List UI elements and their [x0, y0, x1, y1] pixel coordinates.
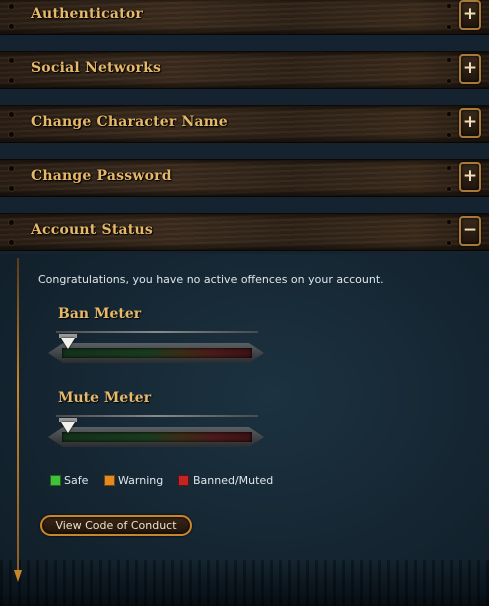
section-social-networks[interactable]: Social Networks +	[0, 51, 489, 89]
panel-divider-line	[17, 258, 19, 576]
expand-icon[interactable]: +	[459, 0, 481, 30]
mute-meter-title: Mute Meter	[58, 390, 152, 406]
ban-meter-title: Ban Meter	[58, 306, 142, 322]
view-code-of-conduct-button[interactable]: View Code of Conduct	[40, 515, 192, 536]
account-status-message: Congratulations, you have no active offe…	[38, 273, 384, 286]
section-title: Account Status	[31, 222, 153, 238]
mute-meter-marker	[61, 422, 75, 433]
expand-icon[interactable]: +	[459, 54, 481, 84]
section-account-status[interactable]: Account Status −	[0, 213, 489, 251]
legend-banned-muted: Banned/Muted	[193, 474, 274, 487]
section-title: Change Character Name	[31, 114, 228, 130]
section-title: Change Password	[31, 168, 172, 184]
expand-icon[interactable]: +	[459, 108, 481, 138]
section-authenticator[interactable]: Authenticator +	[0, 0, 489, 35]
mute-meter-track	[62, 432, 252, 442]
banned-swatch	[178, 475, 189, 486]
legend-safe: Safe	[64, 474, 89, 487]
safe-swatch	[50, 475, 61, 486]
expand-icon[interactable]: +	[459, 162, 481, 192]
ban-meter-top-line	[56, 331, 258, 333]
section-title: Authenticator	[31, 6, 143, 22]
ban-meter-marker	[61, 338, 75, 349]
panel-divider-tip	[14, 570, 22, 582]
collapse-icon[interactable]: −	[459, 216, 481, 246]
section-change-character-name[interactable]: Change Character Name +	[0, 105, 489, 143]
panel-bottom-decoration	[0, 560, 489, 606]
ban-meter-track	[62, 348, 252, 358]
legend-warning: Warning	[118, 474, 164, 487]
mute-meter-top-line	[56, 415, 258, 417]
section-title: Social Networks	[31, 60, 162, 76]
warning-swatch	[104, 475, 115, 486]
section-change-password[interactable]: Change Password +	[0, 159, 489, 197]
